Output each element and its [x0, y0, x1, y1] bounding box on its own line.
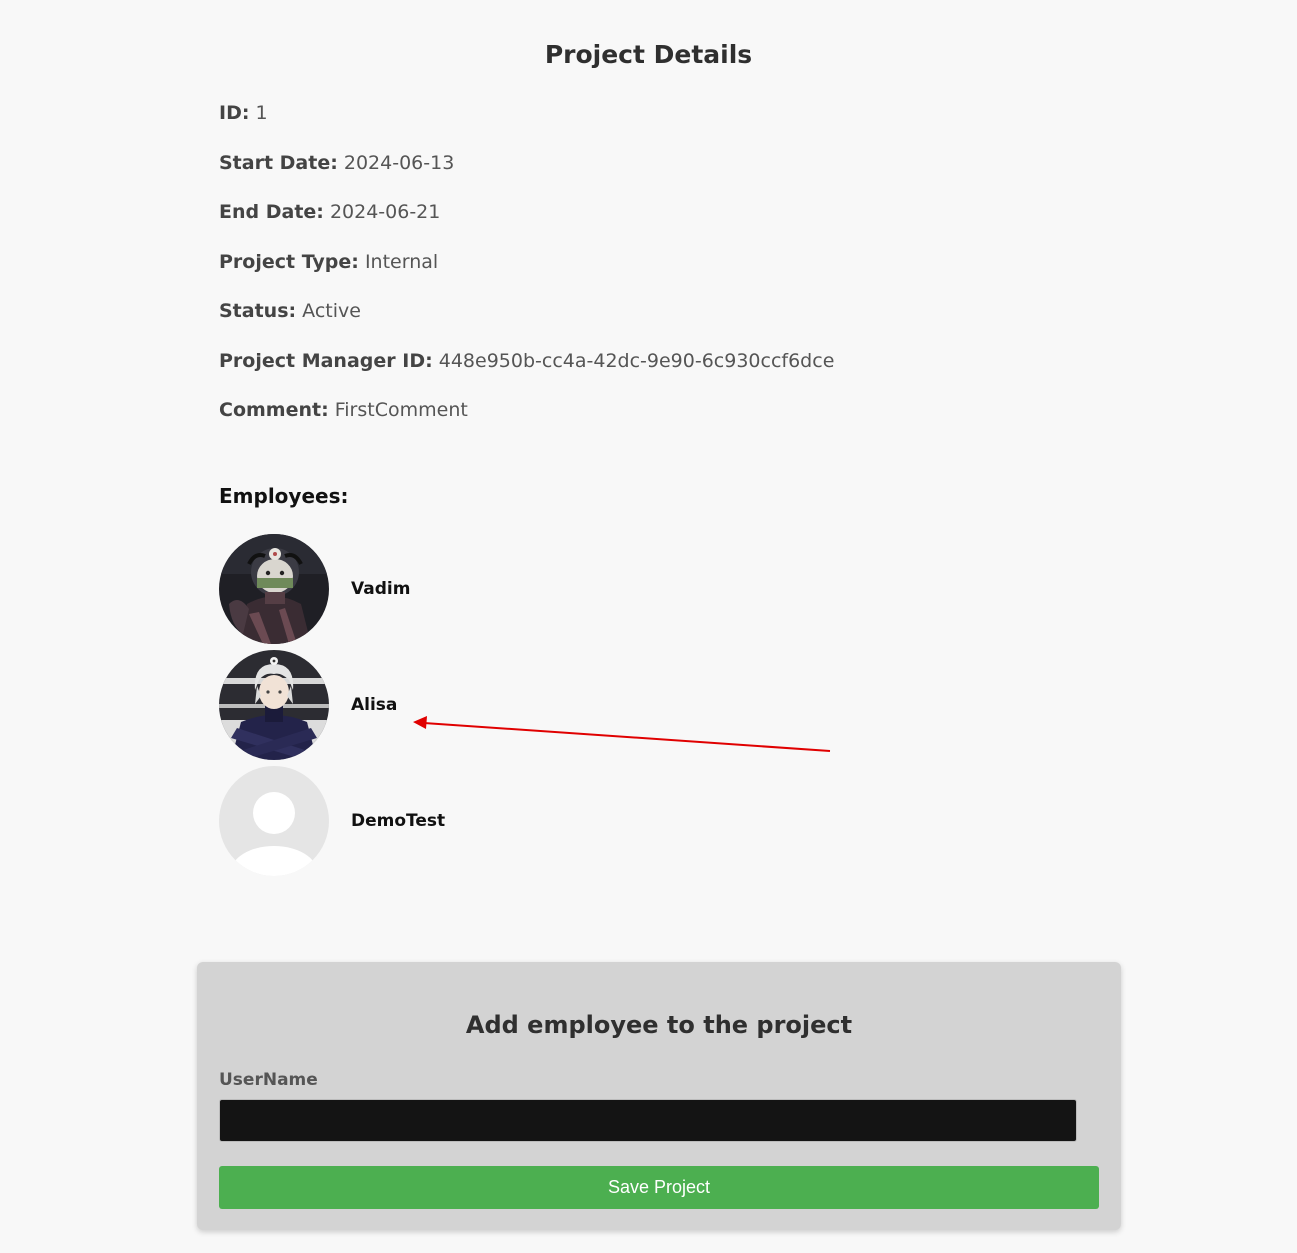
anime-avatar-icon — [219, 534, 329, 644]
add-employee-title: Add employee to the project — [465, 1011, 853, 1039]
detail-project-type: Project Type: Internal — [219, 248, 1119, 298]
avatar — [219, 650, 329, 760]
detail-end-date: End Date: 2024-06-21 — [219, 198, 1119, 248]
avatar — [219, 534, 329, 644]
detail-label: Start Date: — [219, 151, 338, 174]
detail-value: 2024-06-13 — [343, 151, 455, 174]
detail-value: FirstComment — [334, 399, 468, 421]
detail-label: Status: — [219, 300, 297, 322]
detail-value: Internal — [364, 250, 439, 273]
detail-label: ID: — [219, 102, 250, 124]
detail-value: 448e950b-cc4a-42dc-9e90-6c930ccf6dce — [438, 349, 835, 372]
detail-label: Project Type: — [219, 250, 359, 273]
employee-name[interactable]: Alisa — [351, 695, 397, 715]
default-user-icon — [219, 766, 329, 876]
detail-value: 1 — [255, 102, 268, 124]
username-input[interactable] — [219, 1099, 1077, 1142]
employee-item-demotest[interactable]: DemoTest — [219, 766, 819, 876]
detail-start-date: Start Date: 2024-06-13 — [219, 149, 1119, 199]
employee-item-alisa[interactable]: Alisa — [219, 650, 819, 760]
project-details-list: ID: 1 Start Date: 2024-06-13 End Date: 2… — [219, 99, 1119, 446]
detail-status: Status: Active — [219, 297, 1119, 347]
detail-value: Active — [302, 300, 361, 322]
username-label: UserName — [219, 1070, 318, 1090]
detail-project-manager-id: Project Manager ID: 448e950b-cc4a-42dc-9… — [219, 347, 1119, 397]
employee-item-vadim[interactable]: Vadim — [219, 534, 819, 644]
employee-name[interactable]: Vadim — [351, 579, 410, 599]
detail-label: Project Manager ID: — [219, 349, 433, 372]
employee-name[interactable]: DemoTest — [351, 811, 445, 831]
avatar — [219, 766, 329, 876]
project-details-page: Project Details ID: 1 Start Date: 2024-0… — [0, 0, 1297, 1253]
detail-comment: Comment: FirstComment — [219, 396, 1119, 446]
employees-heading: Employees: — [219, 484, 349, 508]
save-project-button[interactable]: Save Project — [219, 1166, 1099, 1209]
anime-avatar-icon — [219, 650, 329, 760]
detail-id: ID: 1 — [219, 99, 1119, 149]
add-employee-panel: Add employee to the project UserName Sav… — [197, 962, 1121, 1230]
detail-label: Comment: — [219, 399, 329, 421]
detail-value: 2024-06-21 — [329, 201, 441, 223]
page-title: Project Details — [544, 40, 753, 69]
detail-label: End Date: — [219, 201, 324, 223]
